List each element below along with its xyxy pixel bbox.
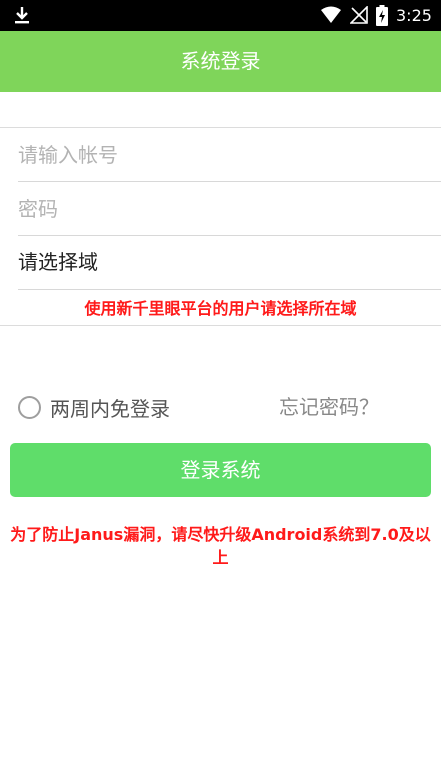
- password-field-row: [18, 182, 441, 236]
- app-header: 系统登录: [0, 31, 441, 92]
- remember-label: 两周内免登录: [50, 396, 170, 421]
- wifi-icon: [321, 6, 341, 23]
- page-title: 系统登录: [180, 49, 261, 73]
- login-button[interactable]: 登录系统: [10, 443, 431, 497]
- upgrade-warning: 为了防止Janus漏洞，请尽快升级Android系统到7.0及以上: [10, 525, 431, 567]
- status-time: 3:25: [396, 6, 432, 25]
- download-icon: [15, 7, 29, 24]
- password-input[interactable]: [18, 182, 418, 235]
- domain-select[interactable]: 请选择域: [18, 236, 441, 290]
- remember-checkbox[interactable]: 两周内免登录: [18, 393, 170, 421]
- login-form: 请选择域 使用新千里眼平台的用户请选择所在域: [0, 127, 441, 326]
- signal-off-icon: [350, 6, 368, 24]
- account-field-row: [18, 128, 441, 182]
- forgot-password-link[interactable]: 忘记密码？: [279, 393, 379, 421]
- account-input[interactable]: [18, 128, 418, 181]
- domain-hint: 使用新千里眼平台的用户请选择所在域: [84, 299, 357, 318]
- domain-select-label: 请选择域: [18, 250, 98, 274]
- status-bar: 3:25: [0, 0, 441, 31]
- radio-unchecked-icon[interactable]: [18, 395, 41, 419]
- battery-charging-icon: [376, 5, 388, 26]
